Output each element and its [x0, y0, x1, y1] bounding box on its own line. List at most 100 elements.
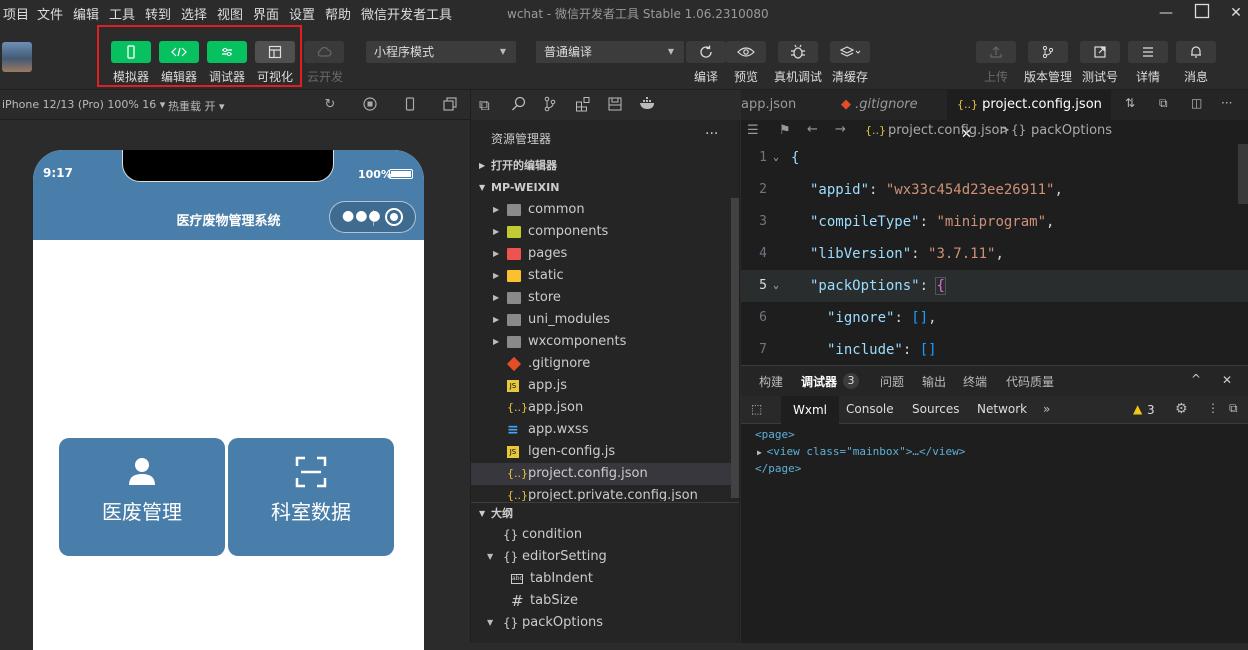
code-line[interactable]: 2 "appid": "wx33c454d23ee26911", [741, 174, 1248, 206]
warning-count[interactable]: 3 [1147, 403, 1155, 417]
breadcrumb-symbol[interactable]: packOptions [1031, 123, 1112, 138]
medical-waste-card[interactable]: 医废管理 [59, 438, 225, 556]
tree-item-app-js[interactable]: JS app.js [471, 375, 739, 397]
phone-icon[interactable] [402, 97, 418, 113]
more-icon[interactable]: ··· [1221, 96, 1232, 110]
inspect-icon[interactable]: ⬚ [751, 402, 762, 416]
close-capsule-icon[interactable] [385, 208, 403, 226]
compile-button[interactable] [686, 41, 726, 63]
files-icon[interactable]: ⧉ [479, 96, 490, 114]
tab-code-quality[interactable]: 代码质量 [1006, 373, 1054, 390]
tab-sources[interactable]: Sources [912, 402, 959, 416]
minimize-icon[interactable]: — [1156, 3, 1176, 23]
tab-problems[interactable]: 问题 [880, 373, 904, 390]
menu-wechat-devtools[interactable]: 微信开发者工具 [361, 4, 452, 23]
minimap[interactable] [1238, 144, 1248, 204]
code-line[interactable]: 6 "ignore": [], [741, 302, 1248, 334]
open-file-icon[interactable]: ⧉ [1159, 96, 1168, 111]
fold-icon[interactable]: ⌄ [773, 142, 779, 174]
details-button[interactable] [1128, 41, 1168, 63]
breadcrumb-file[interactable]: project.config.json [888, 123, 1008, 138]
code-line[interactable]: 4 "libVersion": "3.7.11", [741, 238, 1248, 270]
code-line[interactable]: 3 "compileType": "miniprogram", [741, 206, 1248, 238]
bookmark-icon[interactable]: ⚑ [779, 123, 791, 138]
outline-item-condition[interactable]: {} condition [471, 524, 739, 546]
storage-icon[interactable] [607, 96, 623, 116]
maximize-icon[interactable] [1192, 3, 1212, 23]
list-icon[interactable]: ☰ [747, 123, 759, 138]
tree-item-app-wxss[interactable]: ≡ app.wxss [471, 419, 739, 441]
split-editor-icon[interactable]: ◫ [1191, 96, 1202, 110]
code-line[interactable]: 1 ⌄ { [741, 142, 1248, 174]
menu-settings[interactable]: 设置 [289, 4, 315, 23]
kebab-menu-icon[interactable]: ⋮ [1207, 401, 1219, 415]
tab-console[interactable]: Console [846, 402, 894, 416]
tab-app-json[interactable]: app.json [741, 90, 829, 120]
more-tabs-icon[interactable]: » [1043, 402, 1050, 416]
tab-output[interactable]: 输出 [922, 373, 946, 390]
remote-debug-button[interactable] [778, 41, 818, 63]
close-panel-icon[interactable]: ✕ [1222, 373, 1232, 387]
test-account-button[interactable] [1080, 41, 1120, 63]
source-control-icon[interactable] [543, 96, 557, 116]
compile-mode-select[interactable]: 普通编译 ▼ [536, 41, 684, 63]
tree-item-lgen-config[interactable]: JS lgen-config.js [471, 441, 739, 463]
more-icon[interactable]: ··· [705, 126, 718, 142]
chevron-up-icon[interactable]: ^ [1191, 372, 1201, 386]
tab-wxml[interactable]: Wxml [781, 396, 839, 424]
menu-interface[interactable]: 界面 [253, 4, 279, 23]
tab-gitignore[interactable]: ◆ .gitignore [831, 90, 941, 120]
cloud-button[interactable] [304, 41, 344, 63]
tree-item-gitignore[interactable]: .gitignore [471, 353, 739, 375]
fold-icon[interactable]: ⌄ [773, 270, 779, 302]
outline-item-packoptions[interactable]: ▼ {} packOptions [471, 612, 739, 634]
tree-item-app-json[interactable]: {..} app.json [471, 397, 739, 419]
tree-item-store[interactable]: ▶ store [471, 287, 739, 309]
popout-icon[interactable] [442, 97, 458, 113]
menu-goto[interactable]: 转到 [145, 4, 171, 23]
menu-project[interactable]: 项目 [3, 4, 29, 23]
tree-item-project-config[interactable]: {..} project.config.json [471, 463, 739, 485]
avatar[interactable] [2, 42, 32, 72]
outline-item-tabindent[interactable]: abc tabIndent [471, 568, 739, 590]
preview-button[interactable] [726, 41, 766, 63]
tree-item-wxcomponents[interactable]: ▶ wxcomponents [471, 331, 739, 353]
menu-edit[interactable]: 编辑 [73, 4, 99, 23]
tree-item-uni-modules[interactable]: ▶ uni_modules [471, 309, 739, 331]
menu-file[interactable]: 文件 [37, 4, 63, 23]
menu-view[interactable]: 视图 [217, 4, 243, 23]
version-button[interactable] [1028, 41, 1068, 63]
more-dots-icon[interactable]: ●●● [342, 208, 382, 224]
back-icon[interactable]: ← [807, 122, 818, 137]
open-editors-section[interactable]: ▶ 打开的编辑器 [471, 155, 739, 177]
close-window-icon[interactable]: ✕ [1226, 3, 1246, 23]
tree-item-static[interactable]: ▶ static [471, 265, 739, 287]
forward-icon[interactable]: → [835, 122, 846, 137]
hot-reload-select[interactable]: 热重载 开 ▾ [168, 98, 225, 114]
dock-icon[interactable]: ⧉ [1229, 401, 1238, 416]
tree-item-project-private-config[interactable]: {..} project.private.config.json [471, 485, 739, 501]
tab-build[interactable]: 构建 [759, 373, 783, 390]
compare-icon[interactable]: ⇅ [1125, 96, 1135, 110]
search-icon[interactable] [511, 96, 527, 116]
device-select[interactable]: iPhone 12/13 (Pro) 100% 16 ▾ [2, 98, 165, 111]
messages-button[interactable] [1176, 41, 1216, 63]
code-line-current[interactable]: 5 ⌄ "packOptions": { [741, 270, 1248, 302]
gear-icon[interactable]: ⚙ [1175, 401, 1188, 417]
stop-icon[interactable] [362, 97, 378, 113]
mode-select[interactable]: 小程序模式 ▼ [366, 41, 516, 63]
tab-project-config[interactable]: {..} project.config.json ✕ [947, 90, 1111, 142]
menu-select[interactable]: 选择 [181, 4, 207, 23]
scrollbar[interactable] [731, 198, 739, 498]
tree-item-components[interactable]: ▶ components [471, 221, 739, 243]
code-line[interactable]: 7 "include": [] [741, 334, 1248, 365]
tab-terminal[interactable]: 终端 [963, 373, 987, 390]
refresh-icon[interactable]: ↻ [322, 97, 338, 113]
tree-item-common[interactable]: ▶ common [471, 199, 739, 221]
upload-button[interactable] [976, 41, 1016, 63]
tab-network[interactable]: Network [977, 402, 1027, 416]
wxml-node[interactable]: </page> [755, 462, 801, 475]
outline-item-tabsize[interactable]: # tabSize [471, 590, 739, 612]
outline-item-editorsetting[interactable]: ▼ {} editorSetting [471, 546, 739, 568]
project-section[interactable]: ▼ MP-WEIXIN [471, 177, 739, 199]
